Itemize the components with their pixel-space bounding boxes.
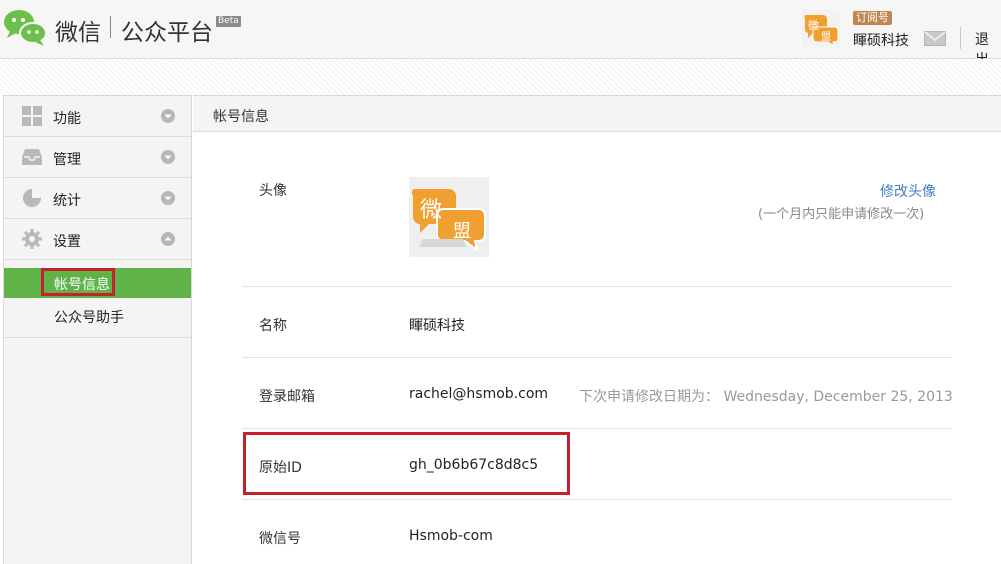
sidebar-item-management[interactable]: 管理 (4, 137, 191, 178)
email-value: rachel@hsmob.com (409, 386, 549, 402)
sidebar-item-label: 管理 (53, 152, 81, 168)
sidebar-item-settings[interactable]: 设置 (4, 219, 191, 260)
sidebar: 功能 管理 统计 设置 帐号信息 公众号助手 (3, 95, 192, 564)
avatar-change-note: (一个月内只能申请修改一次) (758, 207, 925, 222)
inbox-icon (22, 149, 42, 165)
highlight-box (243, 432, 570, 495)
account-type-badge: 订阅号 (853, 11, 892, 25)
row-divider (242, 357, 952, 358)
submenu-assistant[interactable]: 公众号助手 (4, 305, 191, 333)
brand-wechat: 微信 (55, 20, 101, 46)
envelope-icon[interactable] (924, 31, 946, 46)
avatar-glyph-2: 盟 (453, 221, 471, 242)
account-avatar[interactable]: 微 盟 (802, 10, 840, 47)
account-avatar-image: 微 盟 (409, 177, 489, 257)
sidebar-item-label: 统计 (53, 193, 81, 209)
chevron-up-icon[interactable] (161, 232, 175, 246)
sidebar-item-label: 功能 (53, 111, 81, 127)
change-avatar-link[interactable]: 修改头像 (880, 181, 936, 201)
settings-submenu: 帐号信息 公众号助手 (4, 261, 191, 338)
highlight-box (41, 268, 115, 296)
row-divider (242, 499, 952, 500)
name-label: 名称 (259, 318, 287, 334)
brand-platform: 公众平台 (121, 20, 213, 46)
sidebar-item-features[interactable]: 功能 (4, 96, 191, 137)
section-title: 帐号信息 (213, 109, 269, 125)
sidebar-item-label: 设置 (53, 234, 81, 250)
email-label: 登录邮箱 (259, 389, 315, 405)
decorative-stripe-band (0, 59, 1001, 95)
top-header: 微信 公众平台 Beta 微 盟 订阅号 睴硕科技 退出 (0, 0, 1001, 68)
svg-text:盟: 盟 (821, 31, 831, 43)
gear-icon (22, 229, 42, 249)
header-divider (960, 27, 961, 49)
pie-chart-icon (23, 189, 41, 207)
brand-divider (110, 16, 111, 38)
grid-icon (22, 106, 42, 126)
row-divider (242, 428, 952, 429)
wechat-logo-icon[interactable] (2, 7, 48, 47)
avatar-glyph-1: 微 (420, 198, 442, 223)
chevron-down-icon[interactable] (161, 150, 175, 164)
sidebar-item-statistics[interactable]: 统计 (4, 178, 191, 219)
avatar-label: 头像 (259, 183, 287, 199)
beta-badge: Beta (216, 16, 241, 27)
name-value: 睴硕科技 (409, 318, 465, 334)
wechat-id-label: 微信号 (259, 531, 301, 547)
row-divider (242, 286, 952, 287)
email-next-change-note: 下次申请修改日期为： Wednesday, December 25, 2013 (579, 389, 953, 405)
chevron-down-icon[interactable] (161, 191, 175, 205)
section-header: 帐号信息 (193, 95, 1001, 132)
wechat-id-value: Hsmob-com (409, 528, 493, 544)
chevron-down-icon[interactable] (161, 109, 175, 123)
svg-text:微: 微 (808, 18, 819, 32)
account-name: 睴硕科技 (853, 33, 909, 49)
submenu-account-info[interactable]: 帐号信息 (4, 268, 191, 298)
submenu-label: 公众号助手 (54, 310, 124, 326)
